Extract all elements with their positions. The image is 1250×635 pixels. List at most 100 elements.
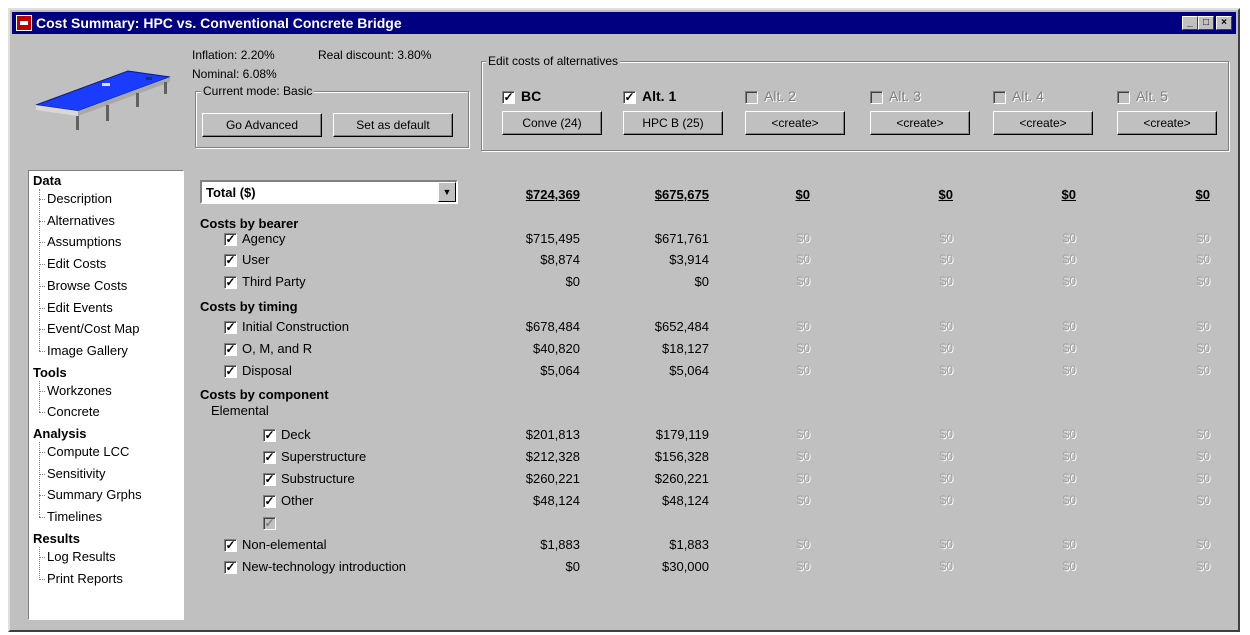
substructure-checkbox[interactable]: ✓ [263,473,276,486]
user-checkbox[interactable]: ✓ [224,254,237,267]
agency-value: $715,495 [525,231,580,246]
superstructure-checkbox[interactable]: ✓ [263,451,276,464]
nav-item-assumptions[interactable]: Assumptions [47,234,121,249]
disposal-checkbox[interactable]: ✓ [224,365,237,378]
maximize-button[interactable]: □ [1198,16,1214,30]
minimize-button[interactable]: _ [1182,16,1198,30]
go-advanced-button[interactable]: Go Advanced [202,113,322,137]
deck-value: $201,813 [525,427,580,442]
new-technology-introduction-value: $0 [1062,559,1076,573]
close-button[interactable]: × [1216,16,1232,30]
nav-item-browse-costs[interactable]: Browse Costs [47,278,127,293]
disposal-label: Disposal [242,363,292,378]
user-value: $0 [796,252,810,266]
omr-value: $0 [939,341,953,355]
tree-connector [39,578,45,580]
disposal-value: $5,064 [540,363,580,378]
omr-checkbox[interactable]: ✓ [224,343,237,356]
third-party-checkbox[interactable]: ✓ [224,276,237,289]
nav-item-concrete[interactable]: Concrete [47,404,100,419]
nav-item-timelines[interactable]: Timelines [47,509,102,524]
elemental-label: Elemental [211,403,269,418]
alternative-checkbox[interactable] [745,91,758,104]
deck-value: $179,119 [655,427,709,442]
third-party-value: $0 [939,274,953,288]
alternative-label: Alt. 4 [1012,88,1044,104]
substructure-value: $260,221 [525,471,580,486]
tree-connector [39,350,45,352]
initial-construction-value: $0 [939,319,953,333]
alternative-edit-button[interactable]: <create> [1117,111,1217,135]
bridge-thumbnail-image [35,70,171,130]
total-value: $0 [938,187,953,202]
nav-section-tools[interactable]: Tools [33,365,67,380]
superstructure-value: $156,328 [654,449,709,464]
summary-type-select[interactable]: Total ($) ▼ [200,180,458,204]
alternative-edit-button[interactable]: <create> [993,111,1093,135]
third-party-value: $0 [565,274,580,289]
nav-item-print-reports[interactable]: Print Reports [47,571,123,586]
user-value: $0 [939,252,953,266]
initial-construction-checkbox[interactable]: ✓ [224,321,237,334]
disposal-value: $0 [939,363,953,377]
alternative-checkbox[interactable] [870,91,883,104]
agency-value: $0 [939,231,953,245]
nav-item-sensitivity[interactable]: Sensitivity [47,466,106,481]
nav-item-edit-costs[interactable]: Edit Costs [47,256,106,271]
third-party-value: $0 [1196,274,1210,288]
substructure-value: $0 [1062,471,1076,485]
deck-checkbox[interactable]: ✓ [263,429,276,442]
disposal-value: $0 [1196,363,1210,377]
agency-value: $0 [1062,231,1076,245]
non-elemental-checkbox[interactable]: ✓ [224,539,237,552]
third-party-value: $0 [1062,274,1076,288]
alternative-edit-button[interactable]: Conve (24) [502,111,602,135]
tree-connector [39,517,45,519]
total-value: $724,369 [525,187,580,202]
nav-item-edit-events[interactable]: Edit Events [47,300,113,315]
tree-connector [39,442,40,518]
set-as-default-button[interactable]: Set as default [333,113,453,137]
nav-section-results[interactable]: Results [33,531,80,546]
agency-checkbox[interactable]: ✓ [224,233,237,246]
other-label: Other [281,493,314,508]
tree-connector [39,189,40,351]
alternative-edit-button[interactable]: <create> [745,111,845,135]
section-costs-by-timing: Costs by timing [200,299,298,314]
alternatives-group [481,61,1229,151]
alternative-label: Alt. 5 [1136,88,1168,104]
substructure-value: $0 [1196,471,1210,485]
nav-item-description[interactable]: Description [47,191,112,206]
alternative-edit-button[interactable]: <create> [870,111,970,135]
nav-item-log-results[interactable]: Log Results [47,549,116,564]
initial-construction-label: Initial Construction [242,319,349,334]
nav-item-alternatives[interactable]: Alternatives [47,213,115,228]
other-checkbox[interactable]: ✓ [263,495,276,508]
disposal-value: $0 [796,363,810,377]
total-value: $0 [1061,187,1076,202]
user-value: $0 [1062,252,1076,266]
alternative-checkbox[interactable]: ✓ [502,91,515,104]
total-value: $0 [795,187,810,202]
nav-item-workzones[interactable]: Workzones [47,383,112,398]
third-party-label: Third Party [242,274,306,289]
agency-value: $0 [1196,231,1210,245]
alternative-edit-button[interactable]: HPC B (25) [623,111,723,135]
alternative-checkbox[interactable]: ✓ [623,91,636,104]
alternative-checkbox[interactable] [1117,91,1130,104]
nav-item-image-gallery[interactable]: Image Gallery [47,343,128,358]
nav-item-compute-lcc[interactable]: Compute LCC [47,444,129,459]
alternative-checkbox[interactable] [993,91,1006,104]
deck-value: $0 [939,427,953,441]
nav-section-analysis[interactable]: Analysis [33,426,86,441]
nav-item-event-cost-map[interactable]: Event/Cost Map [47,321,140,336]
non-elemental-label: Non-elemental [242,537,327,552]
new-technology-introduction-checkbox[interactable]: ✓ [224,561,237,574]
chevron-down-icon[interactable]: ▼ [438,182,456,202]
title-bar[interactable]: Cost Summary: HPC vs. Conventional Concr… [12,12,1236,34]
omr-value: $40,820 [533,341,580,356]
nav-item-summary-grphs[interactable]: Summary Grphs [47,487,142,502]
non-elemental-value: $0 [939,537,953,551]
omr-value: $18,127 [662,341,709,356]
nav-section-data[interactable]: Data [33,173,61,188]
